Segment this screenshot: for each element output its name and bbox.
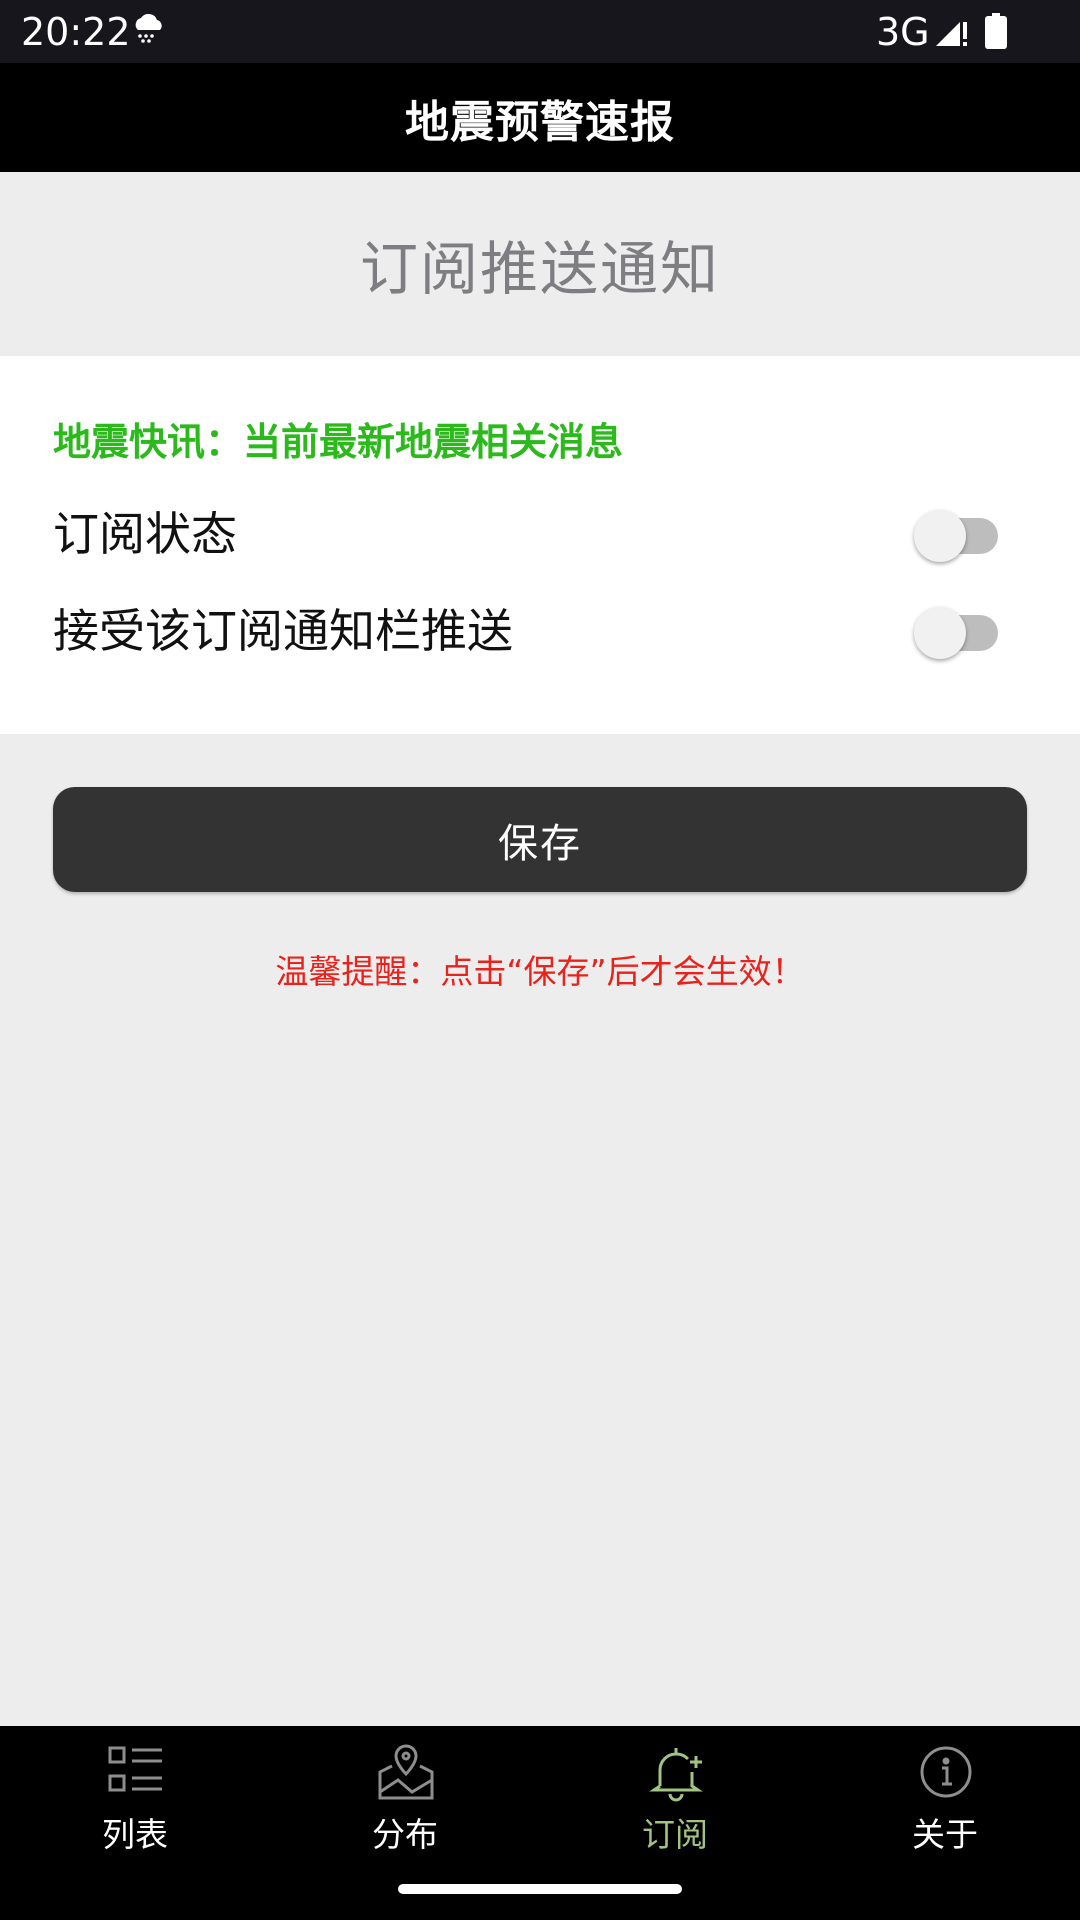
network-type: 3G: [876, 10, 930, 54]
subscription-status-toggle[interactable]: [914, 506, 1000, 562]
status-bar: 20:22 3G: [0, 0, 1080, 63]
toggle-thumb: [914, 607, 966, 659]
setting-row-notification-push: 接受该订阅通知栏推送: [0, 583, 1080, 663]
list-icon: [106, 1742, 166, 1802]
setting-label: 订阅状态: [53, 507, 237, 561]
notification-push-toggle[interactable]: [914, 603, 1000, 659]
nav-label: 列表: [102, 1815, 168, 1854]
nav-label: 订阅: [642, 1815, 708, 1854]
nav-label: 关于: [912, 1815, 978, 1854]
nav-item-subscribe[interactable]: 订阅: [540, 1726, 810, 1876]
snow-cloud-icon: [130, 13, 166, 44]
status-time: 20:22: [21, 10, 131, 54]
toggle-thumb: [914, 510, 966, 562]
bell-add-icon: [646, 1742, 706, 1802]
info-icon: [916, 1742, 976, 1802]
signal-icon: [934, 14, 968, 48]
home-indicator[interactable]: [398, 1884, 682, 1894]
battery-icon: [985, 13, 1007, 49]
section-header: 订阅推送通知: [0, 172, 1080, 356]
section-title: 订阅推送通知: [359, 235, 720, 303]
subscription-card: 地震快讯：当前最新地震相关消息 订阅状态 接受该订阅通知栏推送: [0, 356, 1080, 734]
save-button[interactable]: 保存: [53, 787, 1027, 892]
setting-row-subscription-status: 订阅状态: [0, 486, 1080, 566]
nav-item-distribution[interactable]: 分布: [270, 1726, 540, 1876]
nav-item-list[interactable]: 列表: [0, 1726, 270, 1876]
reminder-text: 温馨提醒：点击“保存”后才会生效！: [275, 952, 805, 991]
nav-label: 分布: [372, 1815, 438, 1854]
nav-item-about[interactable]: 关于: [810, 1726, 1080, 1876]
setting-label: 接受该订阅通知栏推送: [53, 604, 513, 658]
app-bar: 地震预警速报: [0, 63, 1080, 172]
topic-description: 地震快讯：当前最新地震相关消息: [53, 420, 624, 464]
map-pin-icon: [376, 1742, 436, 1802]
app-title: 地震预警速报: [405, 96, 675, 148]
